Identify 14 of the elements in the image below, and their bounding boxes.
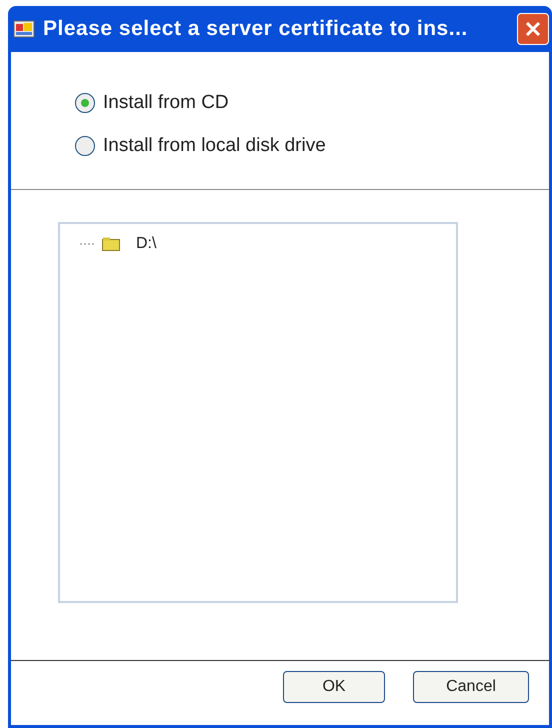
folder-icon <box>102 237 120 251</box>
tree-connector <box>80 242 96 246</box>
close-button[interactable] <box>517 13 549 45</box>
radio-button[interactable] <box>75 136 95 156</box>
radio-label[interactable]: Install from CD <box>103 89 229 118</box>
cancel-button[interactable]: Cancel <box>413 671 529 703</box>
window-title: Please select a server certificate to ins... <box>43 16 469 42</box>
app-icon <box>13 18 35 40</box>
radio-label[interactable]: Install from local disk drive <box>103 132 326 160</box>
radio-button[interactable] <box>75 93 95 114</box>
folder-tree[interactable]: D:\ <box>58 222 458 603</box>
tree-item[interactable]: D:\ <box>136 232 156 256</box>
close-icon <box>524 20 542 38</box>
ok-button[interactable]: OK <box>283 671 385 703</box>
